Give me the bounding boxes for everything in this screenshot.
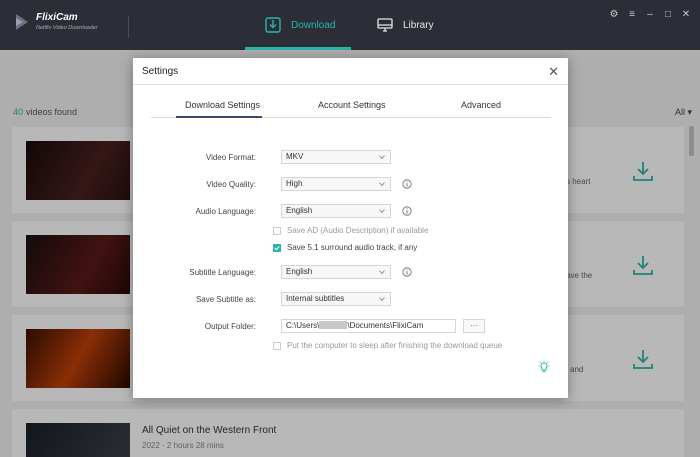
output-folder-field[interactable]: C:\Users\ \Documents\FlixiCam (281, 319, 456, 333)
close-icon[interactable]: ✕ (548, 64, 559, 80)
save-ad-checkbox[interactable] (273, 226, 281, 235)
save-subtitle-value: Internal subtitles (286, 294, 345, 303)
tab-download[interactable]: Download (265, 0, 335, 50)
tab-advanced[interactable]: Advanced (461, 100, 501, 110)
save-subtitle-select[interactable]: Internal subtitles (281, 292, 391, 306)
active-tab-indicator (176, 116, 262, 118)
redacted-username (319, 321, 348, 329)
save-51-checkbox[interactable] (273, 243, 281, 252)
window-controls: ⚙ ≡ – □ ✕ (608, 8, 692, 20)
chevron-down-icon (379, 182, 385, 187)
browse-button[interactable]: ··· (463, 319, 485, 333)
output-folder-prefix: C:\Users\ (286, 321, 320, 330)
output-folder-suffix: \Documents\FlixiCam (347, 321, 424, 330)
settings-dialog: Settings ✕ Download Settings Account Set… (133, 58, 568, 398)
video-quality-value: High (286, 179, 303, 188)
save-ad-label: Save AD (Audio Description) if available (287, 226, 429, 235)
monitor-icon (377, 18, 393, 32)
tab-download-settings[interactable]: Download Settings (185, 100, 260, 110)
save-51-option[interactable]: Save 5.1 surround audio track, if any (273, 243, 417, 252)
lightbulb-icon[interactable] (537, 360, 551, 374)
tab-library[interactable]: Library (377, 0, 434, 50)
audio-language-value: English (286, 206, 313, 215)
video-format-value: MKV (286, 152, 304, 161)
settings-gear-icon[interactable]: ⚙ (608, 8, 620, 20)
output-folder-label: Output Folder: (204, 322, 256, 331)
settings-tabs: Download Settings Account Settings Advan… (151, 100, 551, 118)
save-subtitle-label: Save Subtitle as: (195, 295, 256, 304)
tab-library-label: Library (403, 19, 434, 31)
video-format-select[interactable]: MKV (281, 150, 391, 164)
video-quality-select[interactable]: High (281, 177, 391, 191)
sleep-label: Put the computer to sleep after finishin… (287, 341, 503, 350)
chevron-down-icon (379, 297, 385, 302)
close-window-icon[interactable]: ✕ (680, 8, 692, 20)
video-quality-label: Video Quality: (206, 180, 256, 189)
save-ad-option[interactable]: Save AD (Audio Description) if available (273, 226, 428, 235)
app-brand: FlixiCam Netflix Video Downloader (14, 12, 98, 32)
audio-language-label: Audio Language: (195, 207, 257, 216)
chevron-down-icon (379, 209, 385, 214)
info-icon[interactable] (402, 267, 412, 277)
subtitle-language-select[interactable]: English (281, 265, 391, 279)
chevron-down-icon (379, 155, 385, 160)
app-name: FlixiCam (36, 12, 78, 23)
minimize-icon[interactable]: – (644, 8, 656, 20)
app-subtitle: Netflix Video Downloader (36, 25, 98, 31)
divider (128, 16, 129, 38)
chevron-down-icon (379, 270, 385, 275)
tab-account-settings[interactable]: Account Settings (318, 100, 386, 110)
dialog-title: Settings (142, 66, 179, 77)
divider (133, 84, 568, 85)
checkmark-icon (274, 245, 280, 250)
menu-icon[interactable]: ≡ (626, 8, 638, 20)
sleep-option[interactable]: Put the computer to sleep after finishin… (273, 341, 502, 350)
sleep-checkbox[interactable] (273, 341, 281, 350)
download-icon (265, 17, 281, 33)
subtitle-language-label: Subtitle Language: (189, 268, 256, 277)
info-icon[interactable] (402, 206, 412, 216)
flixicam-logo-icon (16, 14, 28, 30)
video-format-label: Video Format: (205, 153, 256, 162)
title-bar: FlixiCam Netflix Video Downloader Downlo… (0, 0, 700, 50)
save-51-label: Save 5.1 surround audio track, if any (287, 243, 418, 252)
subtitle-language-value: English (286, 267, 313, 276)
tab-download-label: Download (291, 19, 336, 31)
audio-language-select[interactable]: English (281, 204, 391, 218)
info-icon[interactable] (402, 179, 412, 189)
maximize-icon[interactable]: □ (662, 8, 674, 20)
